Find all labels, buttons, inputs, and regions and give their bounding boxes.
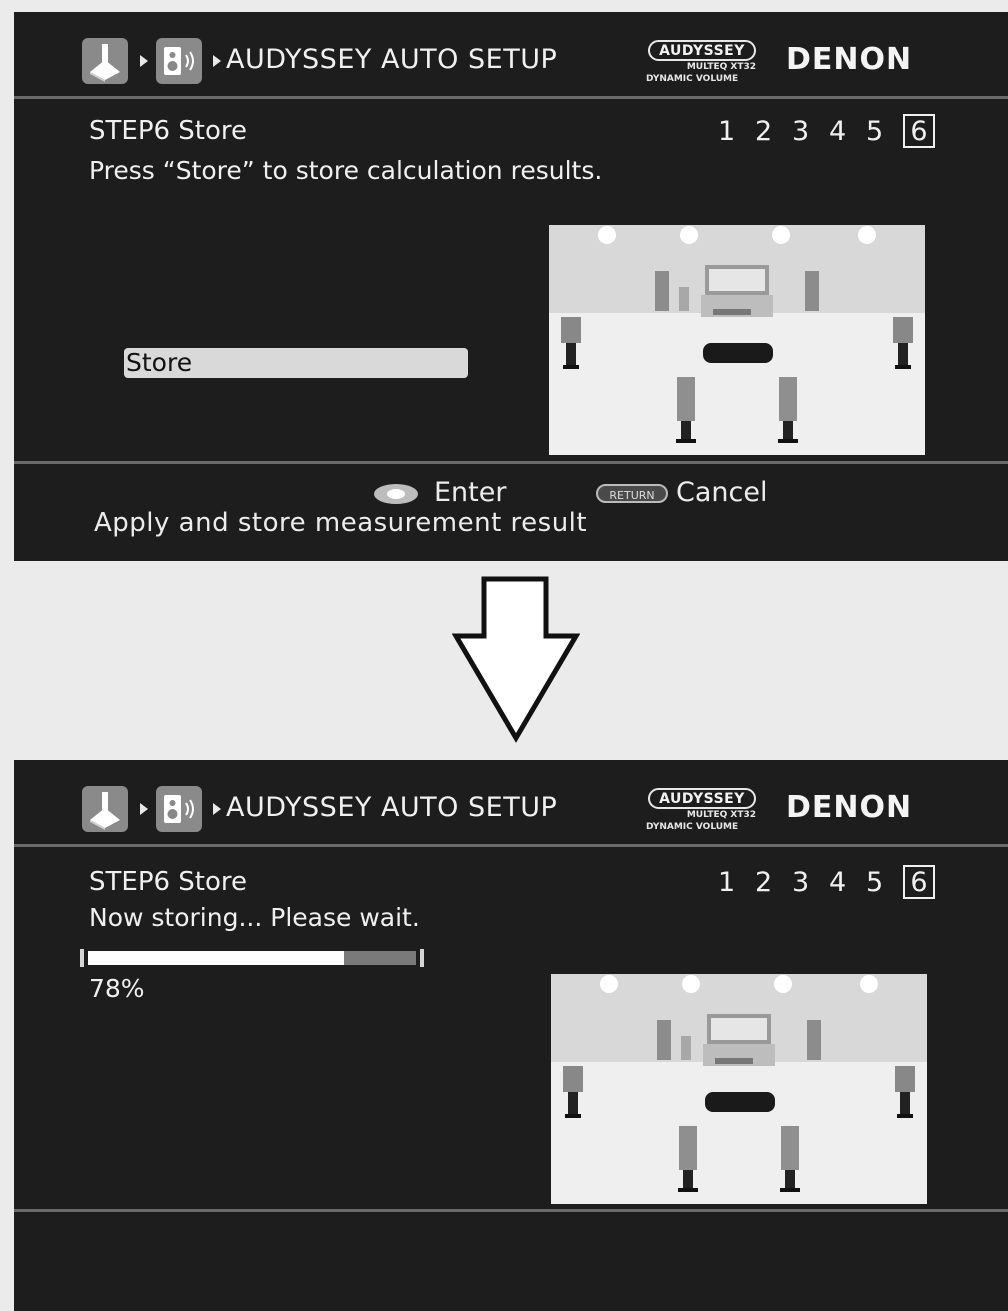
breadcrumb-arrow-icon xyxy=(213,803,221,815)
footer-divider xyxy=(14,461,1008,464)
instruction-message: Press “Store” to store calculation resul… xyxy=(89,156,603,185)
cancel-label: Cancel xyxy=(676,477,768,508)
step-number: 4 xyxy=(829,116,847,147)
speaker-setup-icon xyxy=(156,38,202,84)
progress-fill xyxy=(88,951,344,965)
progress-track xyxy=(88,951,416,965)
cancel-hint: RETURN Cancel xyxy=(596,477,767,508)
step-number: 4 xyxy=(829,867,847,898)
step-number-current: 6 xyxy=(903,865,935,899)
step-number: 3 xyxy=(792,867,810,898)
breadcrumb-arrow-icon xyxy=(213,55,221,67)
screen-title: AUDYSSEY AUTO SETUP xyxy=(226,792,558,823)
step-number: 5 xyxy=(866,867,884,898)
progress-bar-cap xyxy=(420,949,424,967)
progress-bar xyxy=(80,949,428,967)
return-key-icon: RETURN xyxy=(596,484,668,503)
step-number: 1 xyxy=(718,116,736,147)
step-number: 2 xyxy=(755,867,773,898)
progress-bar-cap xyxy=(80,949,84,967)
setup-icon xyxy=(82,38,128,84)
screen-header: AUDYSSEY AUTO SETUP AUDYSSEY MULTEQ XT32… xyxy=(14,760,1008,844)
step-number: 5 xyxy=(866,116,884,147)
brand-logo: DENON xyxy=(786,790,913,825)
down-arrow-icon xyxy=(452,576,580,743)
speaker-setup-icon xyxy=(156,786,202,832)
store-button[interactable]: Store xyxy=(124,348,468,378)
setup-icon xyxy=(82,786,128,832)
setup-screen-store-prompt: AUDYSSEY AUTO SETUP AUDYSSEY MULTEQ XT32… xyxy=(14,12,1008,561)
audyssey-logo: AUDYSSEY MULTEQ XT32 DYNAMIC VOLUME xyxy=(646,788,762,838)
step-title: STEP6 Store xyxy=(89,116,248,146)
screen-title: AUDYSSEY AUTO SETUP xyxy=(226,44,558,75)
enter-label: Enter xyxy=(434,477,507,508)
step-number: 3 xyxy=(792,116,810,147)
enter-hint: Enter xyxy=(372,477,506,508)
brand-logo: DENON xyxy=(786,42,913,77)
storing-message: Now storing... Please wait. xyxy=(89,903,420,932)
step-indicator: 123456 xyxy=(718,865,935,899)
footer-hint-text: Apply and store measurement result xyxy=(94,508,588,538)
breadcrumb-arrow-icon xyxy=(140,803,148,815)
header-divider xyxy=(14,844,1008,847)
step-number-current: 6 xyxy=(903,114,935,148)
step-title: STEP6 Store xyxy=(89,867,248,897)
step-number: 2 xyxy=(755,116,773,147)
footer-divider xyxy=(14,1209,1008,1212)
step-number: 1 xyxy=(718,867,736,898)
step-indicator: 123456 xyxy=(718,114,935,148)
speaker-room-illustration xyxy=(549,225,925,455)
setup-screen-storing: AUDYSSEY AUTO SETUP AUDYSSEY MULTEQ XT32… xyxy=(14,760,1008,1311)
speaker-room-illustration xyxy=(551,974,927,1204)
enter-cursor-icon xyxy=(374,483,418,504)
breadcrumb-arrow-icon xyxy=(140,55,148,67)
audyssey-logo: AUDYSSEY MULTEQ XT32 DYNAMIC VOLUME xyxy=(646,40,762,90)
header-divider xyxy=(14,96,1008,99)
screen-header: AUDYSSEY AUTO SETUP AUDYSSEY MULTEQ XT32… xyxy=(14,12,1008,96)
progress-percent: 78% xyxy=(89,974,145,1003)
